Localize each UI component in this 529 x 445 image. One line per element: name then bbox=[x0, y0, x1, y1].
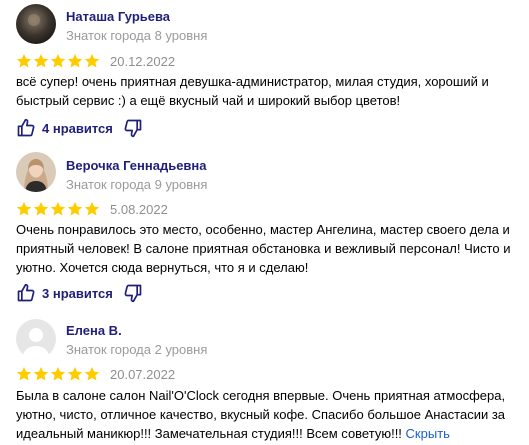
collapse-link[interactable]: Скрыть bbox=[406, 426, 450, 441]
dislike-button[interactable] bbox=[123, 118, 143, 138]
star-icon bbox=[33, 202, 49, 216]
star-icon bbox=[16, 367, 32, 381]
author-level: Знаток города 9 уровня bbox=[66, 177, 208, 192]
author-name[interactable]: Елена В. bbox=[66, 323, 122, 338]
star-icon bbox=[50, 54, 66, 68]
star-icon bbox=[84, 54, 100, 68]
star-icon bbox=[16, 202, 32, 216]
avatar[interactable] bbox=[16, 152, 56, 192]
star-icon bbox=[84, 202, 100, 216]
review-text: всё супер! очень приятная девушка-админи… bbox=[16, 74, 489, 108]
like-button[interactable]: 3 нравится bbox=[16, 283, 113, 303]
like-count: 3 нравится bbox=[42, 285, 113, 301]
author-name[interactable]: Верочка Геннадьевна bbox=[66, 158, 207, 173]
rating-stars bbox=[16, 53, 100, 70]
reactions: 3 нравится bbox=[16, 282, 143, 304]
author-level: Знаток города 2 уровня bbox=[66, 342, 208, 357]
review-date: 20.07.2022 bbox=[110, 367, 176, 382]
rating-stars bbox=[16, 201, 100, 218]
review-date: 5.08.2022 bbox=[110, 202, 168, 217]
star-icon bbox=[50, 202, 66, 216]
star-icon bbox=[84, 367, 100, 381]
author-name[interactable]: Наташа Гурьева bbox=[66, 9, 170, 24]
dark-photo-avatar-icon bbox=[16, 4, 56, 44]
review-text: Была в салоне салон Nail'O'Clock сегодня… bbox=[16, 386, 521, 443]
star-icon bbox=[33, 54, 49, 68]
dislike-button[interactable] bbox=[123, 283, 143, 303]
review-date: 20.12.2022 bbox=[110, 54, 176, 69]
star-icon bbox=[67, 367, 83, 381]
star-icon bbox=[16, 54, 32, 68]
like-count: 4 нравится bbox=[42, 120, 113, 136]
review-text: Очень понравилось это место, особенно, м… bbox=[16, 222, 511, 275]
reactions: 4 нравится bbox=[16, 117, 143, 139]
star-icon bbox=[67, 202, 83, 216]
star-icon bbox=[50, 367, 66, 381]
thumbs-down-icon bbox=[124, 284, 142, 303]
avatar[interactable] bbox=[16, 319, 56, 359]
thumbs-down-icon bbox=[124, 119, 142, 138]
like-button[interactable]: 4 нравится bbox=[16, 118, 113, 138]
author-level: Знаток города 8 уровня bbox=[66, 28, 208, 43]
default-user-avatar-icon bbox=[16, 319, 56, 359]
star-icon bbox=[33, 367, 49, 381]
woman-photo-avatar-icon bbox=[16, 152, 56, 192]
star-icon bbox=[67, 54, 83, 68]
avatar[interactable] bbox=[16, 4, 56, 44]
thumbs-up-icon bbox=[17, 118, 35, 137]
thumbs-up-icon bbox=[17, 283, 35, 302]
rating-stars bbox=[16, 366, 100, 383]
